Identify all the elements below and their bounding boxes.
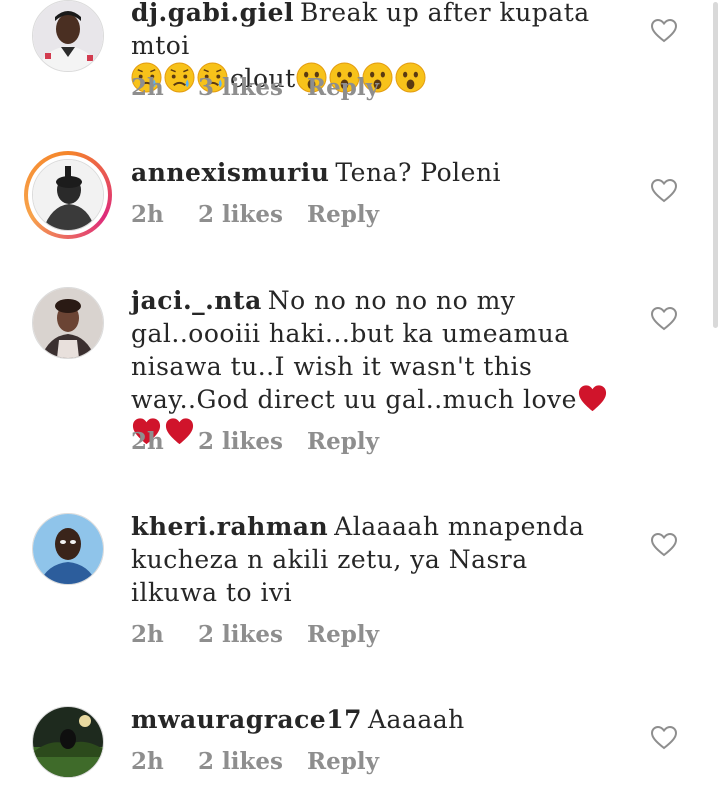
comment-time: 2h — [131, 748, 164, 775]
comment-likes[interactable]: 2 likes — [198, 748, 283, 775]
disappointed-relieved-emoji-icon — [164, 62, 195, 93]
comment-username[interactable]: jaci._.nta — [131, 286, 262, 315]
comment-text: mwauragrace17 Aaaaah — [131, 703, 621, 736]
comment-likes[interactable]: 2 likes — [198, 621, 283, 648]
comment-likes[interactable]: 2 likes — [198, 428, 283, 455]
avatar[interactable] — [32, 287, 104, 359]
avatar-story-ring[interactable] — [24, 151, 112, 239]
comment-username[interactable]: dj.gabi.giel — [131, 0, 294, 27]
comment-time: 2h — [131, 621, 164, 648]
reply-button[interactable]: Reply — [307, 621, 379, 648]
heart-outline-icon[interactable] — [650, 18, 678, 43]
comment-likes[interactable]: 3 likes — [198, 74, 283, 101]
scrollbar[interactable] — [713, 2, 718, 328]
heart-outline-icon[interactable] — [650, 306, 678, 331]
avatar[interactable] — [32, 513, 104, 585]
comment-username[interactable]: kheri.rahman — [131, 512, 328, 541]
comment-time: 2h — [131, 74, 164, 101]
comment-text: annexismuriu Tena? Poleni — [131, 156, 621, 189]
astonished-emoji-icon — [395, 62, 426, 93]
heart-outline-icon[interactable] — [650, 532, 678, 557]
heart-outline-icon[interactable] — [650, 178, 678, 203]
comment-body: Aaaaah — [368, 705, 465, 734]
red-heart-emoji-icon — [577, 383, 608, 414]
comment-body: Tena? Poleni — [335, 158, 502, 187]
avatar — [32, 159, 104, 231]
red-heart-emoji-icon — [164, 416, 195, 447]
reply-button[interactable]: Reply — [307, 748, 379, 775]
comment-time: 2h — [131, 428, 164, 455]
avatar[interactable] — [32, 706, 104, 778]
reply-button[interactable]: Reply — [307, 201, 379, 228]
reply-button[interactable]: Reply — [307, 428, 379, 455]
comment-time: 2h — [131, 201, 164, 228]
avatar[interactable] — [32, 0, 104, 72]
heart-outline-icon[interactable] — [650, 725, 678, 750]
comment-username[interactable]: mwauragrace17 — [131, 705, 362, 734]
comment-text: kheri.rahman Alaaaah mnapenda kucheza n a… — [131, 510, 621, 609]
reply-button[interactable]: Reply — [307, 74, 379, 101]
comment-text: jaci._.nta No no no no no my gal..oooiii … — [131, 284, 621, 449]
comment-username[interactable]: annexismuriu — [131, 158, 329, 187]
comment-likes[interactable]: 2 likes — [198, 201, 283, 228]
